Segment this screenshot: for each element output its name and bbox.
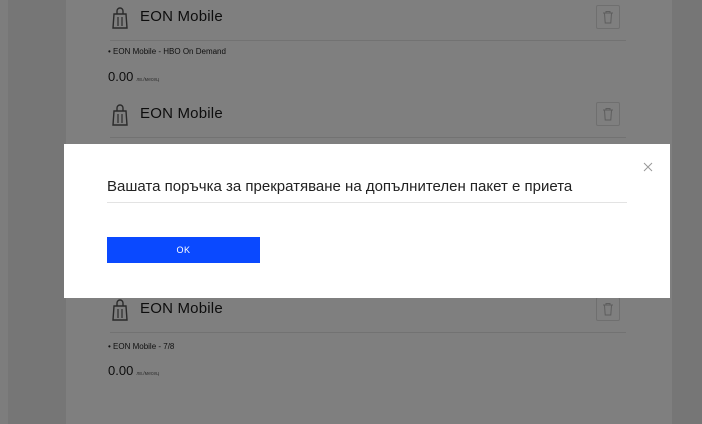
close-icon[interactable] bbox=[641, 160, 655, 174]
ok-button[interactable]: OK bbox=[107, 237, 260, 263]
confirmation-modal: Вашата поръчка за прекратяване на допълн… bbox=[64, 144, 670, 298]
modal-message: Вашата поръчка за прекратяване на допълн… bbox=[107, 178, 573, 195]
divider bbox=[107, 202, 627, 203]
